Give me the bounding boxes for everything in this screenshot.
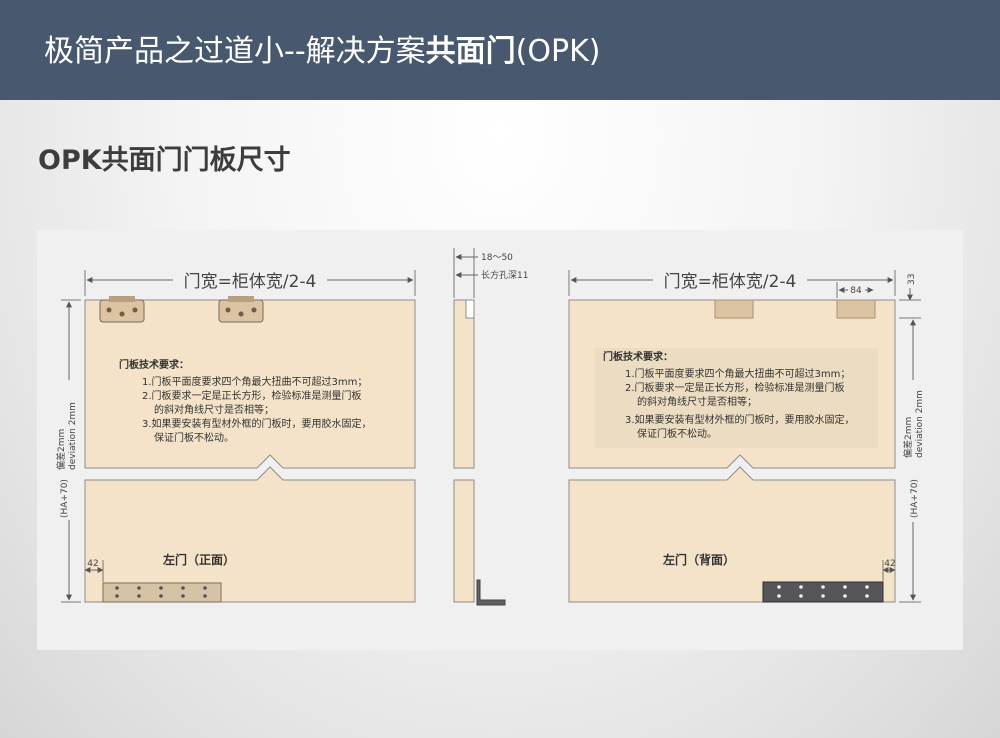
svg-text:1.门板平面度要求四个角最大扭曲不可超过3mm；: 1.门板平面度要求四个角最大扭曲不可超过3mm； [142,375,367,388]
right-door-width-label: 门宽=柜体宽/2-4 [664,272,797,292]
svg-text:deviation 2mm: deviation 2mm [915,390,925,458]
svg-text:(HA+70): (HA+70) [910,479,920,518]
right-door-back: 门宽=柜体宽/2-4 84 门板技术要求： 1.门板平面度要求四个角最大扭曲不可… [568,270,925,603]
bottom-bracket-icon [102,582,222,603]
svg-text:1.门板平面度要求四个角最大扭曲不可超过3mm；: 1.门板平面度要求四个角最大扭曲不可超过3mm； [625,367,850,380]
svg-text:42: 42 [87,559,98,569]
svg-text:2.门板要求一定是正长方形，检验标准是测量门板: 2.门板要求一定是正长方形，检验标准是测量门板 [625,381,845,394]
svg-text:的斜对角线尺寸是否相等；: 的斜对角线尺寸是否相等； [637,395,757,408]
svg-text:偏差2mm: 偏差2mm [55,429,67,470]
slot-rectangle [714,299,754,319]
side-profile: 18～50 长方孔深11 [453,248,528,606]
svg-text:偏差2mm: 偏差2mm [902,417,914,458]
left-door-front-label: 左门（正面） [162,552,235,567]
door-dimension-diagram: 门宽=柜体宽/2-4 门板技术要求： 1.门板平面度要求四个角最大扭曲不可超过3… [37,230,963,650]
left-door-front: 门宽=柜体宽/2-4 门板技术要求： 1.门板平面度要求四个角最大扭曲不可超过3… [55,270,416,603]
svg-text:门板技术要求：: 门板技术要求： [119,358,189,371]
svg-text:33: 33 [907,274,917,285]
section-heading: OPK共面门门板尺寸 [38,145,291,176]
slide-title: 极简产品之过道小--解决方案共面门(OPK) [44,34,601,69]
hinge-plate-icon [218,296,264,323]
hinge-plate-icon [99,296,145,323]
svg-text:保证门板不松动。: 保证门板不松动。 [637,427,717,440]
svg-text:84: 84 [850,286,862,296]
svg-text:保证门板不松动。: 保证门板不松动。 [154,431,234,444]
svg-text:2.门板要求一定是正长方形，检验标准是测量门板: 2.门板要求一定是正长方形，检验标准是测量门板 [142,389,362,402]
svg-text:18～50: 18～50 [481,253,513,263]
svg-text:3.如果要安装有型材外框的门板时，要用胶水固定，: 3.如果要安装有型材外框的门板时，要用胶水固定， [142,417,372,430]
bottom-bracket-icon [762,581,884,603]
left-door-width-label: 门宽=柜体宽/2-4 [184,272,317,292]
svg-text:42: 42 [884,559,895,569]
svg-text:(HA+70): (HA+70) [60,479,70,518]
svg-text:deviation 2mm: deviation 2mm [68,402,78,470]
right-door-back-label: 左门（背面） [662,552,735,567]
svg-text:的斜对角线尺寸是否相等；: 的斜对角线尺寸是否相等； [154,403,274,416]
slot-rectangle [836,299,876,319]
svg-text:长方孔深11: 长方孔深11 [481,269,528,281]
svg-text:3.如果要安装有型材外框的门板时，要用胶水固定，: 3.如果要安装有型材外框的门板时，要用胶水固定， [625,413,855,426]
svg-text:门板技术要求：: 门板技术要求： [603,350,673,363]
